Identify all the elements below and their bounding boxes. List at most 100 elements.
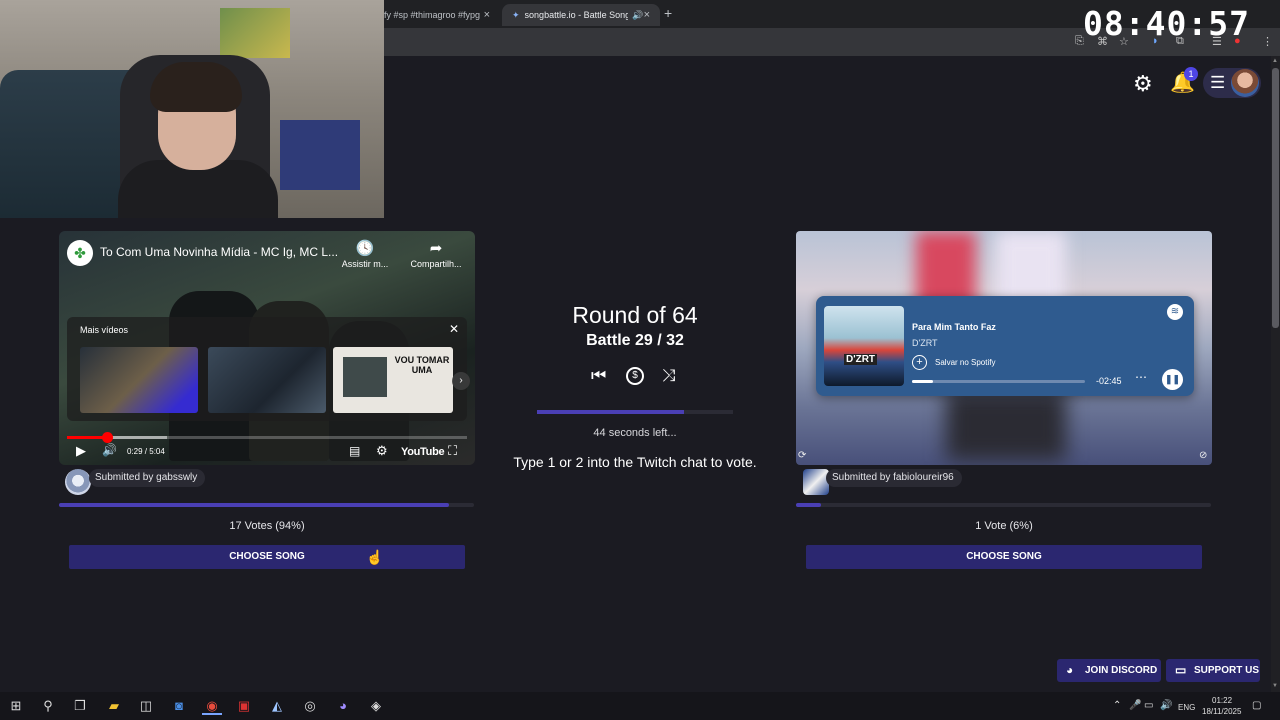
clock-icon: 🕓 — [355, 240, 375, 257]
play-icon[interactable]: ▶ — [76, 443, 86, 459]
video-progress-fill — [67, 436, 107, 439]
close-tab-icon[interactable]: × — [484, 9, 490, 21]
hamburger-menu-icon[interactable]: ☰ — [1210, 73, 1225, 93]
task-view-icon[interactable]: ❐ — [70, 697, 90, 715]
close-tab-icon[interactable]: × — [644, 9, 650, 21]
vote-bar-track — [796, 503, 1211, 507]
fullscreen-icon[interactable]: ⛶ — [448, 443, 457, 459]
scroll-up-icon[interactable]: ▲ — [1272, 58, 1278, 64]
captions-icon[interactable]: ▤ — [349, 444, 360, 458]
youtube-player[interactable]: ✤ To Com Uma Novinha Mídia - MC Ig, MC L… — [59, 231, 475, 465]
thumbnail-image — [343, 357, 387, 397]
pause-icon[interactable]: ❚❚ — [1162, 369, 1183, 390]
blur-blob — [946, 391, 1066, 461]
vote-count: 17 Votes (94%) — [229, 520, 305, 532]
vote-bar-fill — [796, 503, 821, 507]
chrome-icon[interactable]: ◉ — [202, 697, 222, 715]
video-thumbnail[interactable] — [80, 347, 198, 413]
watch-later-label: Assistir m... — [341, 259, 389, 269]
join-discord-label: JOIN DISCORD — [1085, 665, 1158, 676]
youtube-logo[interactable]: YouTube — [401, 446, 445, 458]
spotify-remaining-time: -02:45 — [1096, 376, 1122, 386]
tab-label: songbattle.io - Battle Songs — [524, 10, 629, 20]
discord-taskbar-icon[interactable]: ◕ — [333, 697, 353, 715]
notification-center-icon[interactable]: ▢ — [1252, 700, 1261, 711]
store-icon[interactable]: ◫ — [136, 697, 156, 715]
submitter-avatar — [803, 469, 829, 495]
add-plus-icon[interactable]: + — [912, 355, 927, 370]
video-scrubber-handle[interactable] — [102, 432, 113, 443]
discord-icon: ◕ — [1066, 663, 1074, 677]
obs-icon[interactable]: ◎ — [300, 697, 320, 715]
search-icon[interactable]: ⚲ — [38, 697, 58, 715]
network-icon[interactable]: ▭ — [1144, 700, 1153, 711]
battle-counter: Battle 29 / 32 — [586, 332, 684, 349]
new-tab-button[interactable]: + — [664, 5, 672, 21]
refresh-icon[interactable]: ⟳ — [798, 450, 806, 461]
user-avatar[interactable] — [1231, 69, 1259, 97]
submitted-by-label: Submitted by gabsswly — [89, 469, 206, 487]
song-title[interactable]: Para Mim Tanto Faz — [912, 322, 996, 332]
album-art[interactable]: D'ZRT — [824, 306, 904, 386]
volume-icon[interactable]: 🔊 — [1160, 700, 1172, 711]
choose-song-button[interactable]: CHOOSE SONG — [69, 545, 465, 569]
time-left: 44 seconds left... — [593, 427, 677, 439]
speaker-icon[interactable]: 🔊 — [632, 10, 643, 21]
scroll-down-icon[interactable]: ▼ — [1272, 683, 1278, 689]
close-icon[interactable]: ✕ — [449, 322, 459, 336]
spotify-progress-track[interactable] — [912, 380, 1085, 383]
more-videos-title: Mais vídeos — [80, 325, 129, 335]
microphone-icon[interactable]: 🎤 — [1129, 700, 1141, 711]
more-options-icon[interactable]: ⋯ — [1135, 370, 1147, 384]
browser-tab[interactable]: fy #sp #thimagroo #fypg × — [374, 4, 500, 26]
taskbar-time[interactable]: 01:22 — [1212, 696, 1232, 705]
windows-taskbar — [0, 692, 1280, 720]
tray-chevron-icon[interactable]: ⌃ — [1113, 700, 1121, 711]
songbattle-favicon-icon: ✦ — [512, 9, 520, 20]
notification-badge: 1 — [1184, 67, 1198, 81]
shuffle-icon[interactable]: ⤨ — [662, 366, 676, 386]
volume-icon[interactable]: 🔊 — [102, 443, 117, 457]
spotify-logo-icon[interactable]: ≋ — [1167, 304, 1183, 320]
language-indicator[interactable]: ENG — [1178, 703, 1195, 712]
browser-menu-icon[interactable]: ⋮ — [1262, 35, 1273, 48]
app-icon[interactable]: ▣ — [234, 697, 254, 715]
video-thumbnail[interactable] — [208, 347, 326, 413]
timer-fill — [537, 410, 684, 414]
support-us-label: SUPPORT US — [1194, 665, 1260, 676]
settings-gear-icon[interactable]: ⚙ — [1133, 71, 1153, 97]
support-us-button[interactable]: ▭ SUPPORT US — [1166, 659, 1260, 682]
wall-painting — [220, 8, 290, 58]
share-button[interactable]: ➦ Compartilh... — [403, 239, 469, 269]
share-arrow-icon: ➦ — [429, 240, 443, 257]
vote-instructions: Type 1 or 2 into the Twitch chat to vote… — [513, 454, 757, 470]
submitter-avatar — [65, 469, 91, 495]
join-discord-button[interactable]: ◕ JOIN DISCORD — [1057, 659, 1161, 682]
submitted-by-label: Submitted by fabioloureir96 — [826, 469, 962, 487]
scrollbar-thumb[interactable] — [1272, 68, 1279, 328]
windows-start-icon[interactable]: ⊞ — [6, 697, 26, 715]
steam-icon[interactable]: ◭ — [267, 697, 287, 715]
spotify-progress-fill — [912, 380, 933, 383]
hide-eye-icon[interactable]: ⊘ — [1199, 450, 1207, 461]
stream-clock: 08:40:57 — [1083, 4, 1250, 43]
song-artist[interactable]: D'ZRT — [912, 338, 938, 348]
video-thumbnail[interactable]: VOU TOMAR UMA — [333, 347, 453, 413]
app-icon[interactable]: ◈ — [366, 697, 386, 715]
previous-icon[interactable]: ⏮ — [591, 366, 606, 386]
skip-coin-icon[interactable]: $ — [626, 367, 644, 385]
album-logo-text: D'ZRT — [844, 354, 878, 365]
browser-tab-active[interactable]: ✦ songbattle.io - Battle Songs 🔊 × — [502, 4, 660, 26]
choose-song-button[interactable]: CHOOSE SONG — [806, 545, 1202, 569]
taskbar-date[interactable]: 18/11/2025 — [1202, 707, 1241, 716]
chevron-right-icon[interactable]: › — [452, 372, 470, 390]
channel-logo-icon[interactable]: ✤ — [67, 240, 93, 266]
hand-cursor-icon: ☝ — [366, 549, 384, 565]
watch-later-button[interactable]: 🕓 Assistir m... — [335, 239, 395, 269]
video-title[interactable]: To Com Uma Novinha Mídia - MC Ig, MC L..… — [100, 245, 340, 259]
tab-label: fy #sp #thimagroo #fypg — [384, 10, 481, 20]
file-explorer-icon[interactable]: ▰ — [104, 697, 124, 715]
settings-icon[interactable]: ⚙ — [376, 443, 388, 459]
outlook-icon[interactable]: ◙ — [169, 697, 189, 715]
save-to-spotify-label[interactable]: Salvar no Spotify — [935, 358, 995, 367]
